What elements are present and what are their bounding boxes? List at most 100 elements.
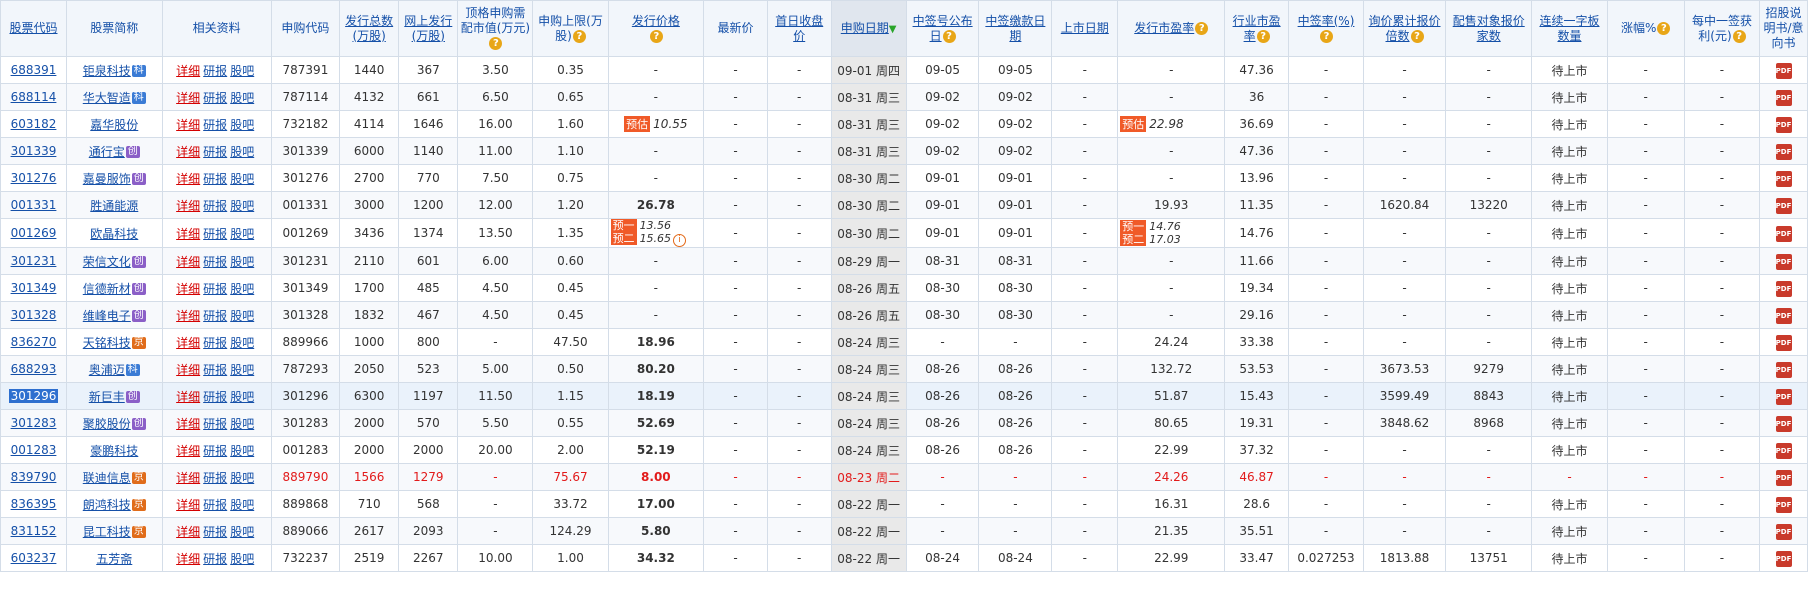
pdf-icon[interactable]: PDF	[1775, 388, 1792, 405]
col-lot-date[interactable]: 中签号公布日?	[905, 0, 980, 57]
detail-link[interactable]: 详细	[176, 390, 200, 404]
pdf-icon[interactable]: PDF	[1775, 170, 1792, 187]
col-issue-price[interactable]: 发行价格?	[607, 0, 705, 57]
stock-name-link[interactable]: 钜泉科技	[83, 64, 131, 78]
report-link[interactable]: 研报	[203, 64, 227, 78]
forum-link[interactable]: 股吧	[230, 118, 254, 132]
help-icon[interactable]: ?	[1410, 29, 1424, 43]
report-link[interactable]: 研报	[203, 145, 227, 159]
pdf-icon[interactable]: PDF	[1775, 280, 1792, 297]
stock-name-link[interactable]: 欧晶科技	[90, 227, 138, 241]
stock-code-link[interactable]: 301231	[11, 254, 57, 268]
forum-link[interactable]: 股吧	[230, 525, 254, 539]
stock-code-link[interactable]: 836395	[11, 497, 57, 511]
detail-link[interactable]: 详细	[176, 64, 200, 78]
stock-name-link[interactable]: 豪鹏科技	[90, 444, 138, 458]
stock-code-link[interactable]: 831152	[11, 524, 57, 538]
pdf-icon[interactable]: PDF	[1775, 415, 1792, 432]
detail-link[interactable]: 详细	[176, 552, 200, 566]
forum-link[interactable]: 股吧	[230, 199, 254, 213]
stock-code-link[interactable]: 301276	[11, 171, 57, 185]
forum-link[interactable]: 股吧	[230, 145, 254, 159]
stock-name-link[interactable]: 朗鸿科技	[83, 498, 131, 512]
forum-link[interactable]: 股吧	[230, 444, 254, 458]
col-inquiry-multiple[interactable]: 询价累计报价倍数?	[1363, 0, 1446, 57]
detail-link[interactable]: 详细	[176, 91, 200, 105]
report-link[interactable]: 研报	[203, 282, 227, 296]
detail-link[interactable]: 详细	[176, 498, 200, 512]
stock-code-link[interactable]: 301283	[11, 416, 57, 430]
detail-link[interactable]: 详细	[176, 145, 200, 159]
forum-link[interactable]: 股吧	[230, 64, 254, 78]
report-link[interactable]: 研报	[203, 498, 227, 512]
stock-code-link[interactable]: 603237	[11, 551, 57, 565]
detail-link[interactable]: 详细	[176, 118, 200, 132]
stock-name-link[interactable]: 天铭科技	[83, 336, 131, 350]
report-link[interactable]: 研报	[203, 552, 227, 566]
stock-name-link[interactable]: 新巨丰	[89, 390, 125, 404]
stock-code-link[interactable]: 839790	[11, 470, 57, 484]
report-link[interactable]: 研报	[203, 118, 227, 132]
pdf-icon[interactable]: PDF	[1775, 143, 1792, 160]
detail-link[interactable]: 详细	[176, 417, 200, 431]
stock-name-link[interactable]: 昆工科技	[83, 525, 131, 539]
detail-link[interactable]: 详细	[176, 255, 200, 269]
report-link[interactable]: 研报	[203, 227, 227, 241]
report-link[interactable]: 研报	[203, 172, 227, 186]
pdf-icon[interactable]: PDF	[1775, 116, 1792, 133]
help-icon[interactable]: ?	[942, 29, 956, 43]
stock-name-link[interactable]: 信德新材	[83, 282, 131, 296]
stock-code-link[interactable]: 688293	[11, 362, 57, 376]
forum-link[interactable]: 股吧	[230, 363, 254, 377]
pdf-icon[interactable]: PDF	[1775, 469, 1792, 486]
stock-name-link[interactable]: 胜通能源	[90, 199, 138, 213]
stock-name-link[interactable]: 五芳斋	[96, 552, 132, 566]
report-link[interactable]: 研报	[203, 525, 227, 539]
stock-name-link[interactable]: 联迪信息	[83, 471, 131, 485]
detail-link[interactable]: 详细	[176, 172, 200, 186]
pdf-icon[interactable]: PDF	[1775, 62, 1792, 79]
detail-link[interactable]: 详细	[176, 282, 200, 296]
report-link[interactable]: 研报	[203, 363, 227, 377]
info-icon[interactable]: i	[673, 234, 687, 247]
stock-code-link[interactable]: 001331	[11, 198, 57, 212]
stock-code-link[interactable]: 603182	[11, 117, 57, 131]
pdf-icon[interactable]: PDF	[1775, 361, 1792, 378]
stock-name-link[interactable]: 华大智造	[83, 91, 131, 105]
detail-link[interactable]: 详细	[176, 309, 200, 323]
stock-code-link[interactable]: 001269	[11, 226, 57, 240]
help-icon[interactable]: ?	[649, 29, 663, 43]
detail-link[interactable]: 详细	[176, 227, 200, 241]
pdf-icon[interactable]: PDF	[1775, 496, 1792, 513]
pdf-icon[interactable]: PDF	[1775, 253, 1792, 270]
report-link[interactable]: 研报	[203, 336, 227, 350]
col-first-close[interactable]: 首日收盘价	[766, 0, 832, 57]
report-link[interactable]: 研报	[203, 255, 227, 269]
col-online-issue[interactable]: 网上发行(万股)	[398, 0, 459, 57]
pdf-icon[interactable]: PDF	[1775, 550, 1792, 567]
col-issue-pe[interactable]: 发行市盈率?	[1117, 0, 1226, 57]
pdf-icon[interactable]: PDF	[1775, 523, 1792, 540]
detail-link[interactable]: 详细	[176, 525, 200, 539]
col-pay-date[interactable]: 中签缴款日期	[978, 0, 1053, 57]
stock-name-link[interactable]: 奥浦迈	[89, 363, 125, 377]
forum-link[interactable]: 股吧	[230, 227, 254, 241]
stock-name-link[interactable]: 通行宝	[89, 145, 125, 159]
help-icon[interactable]: ?	[1320, 29, 1333, 43]
stock-name-link[interactable]: 荣信文化	[83, 255, 131, 269]
pdf-icon[interactable]: PDF	[1775, 89, 1792, 106]
forum-link[interactable]: 股吧	[230, 417, 254, 431]
forum-link[interactable]: 股吧	[230, 471, 254, 485]
detail-link[interactable]: 详细	[176, 363, 200, 377]
report-link[interactable]: 研报	[203, 199, 227, 213]
stock-name-link[interactable]: 嘉华股份	[90, 118, 138, 132]
stock-code-link[interactable]: 301328	[11, 308, 57, 322]
col-alloc-count[interactable]: 配售对象报价家数	[1444, 0, 1533, 57]
pdf-icon[interactable]: PDF	[1775, 307, 1792, 324]
report-link[interactable]: 研报	[203, 390, 227, 404]
stock-name-link[interactable]: 维峰电子	[83, 309, 131, 323]
stock-code-link[interactable]: 688391	[11, 63, 57, 77]
report-link[interactable]: 研报	[203, 91, 227, 105]
detail-link[interactable]: 详细	[176, 336, 200, 350]
report-link[interactable]: 研报	[203, 309, 227, 323]
